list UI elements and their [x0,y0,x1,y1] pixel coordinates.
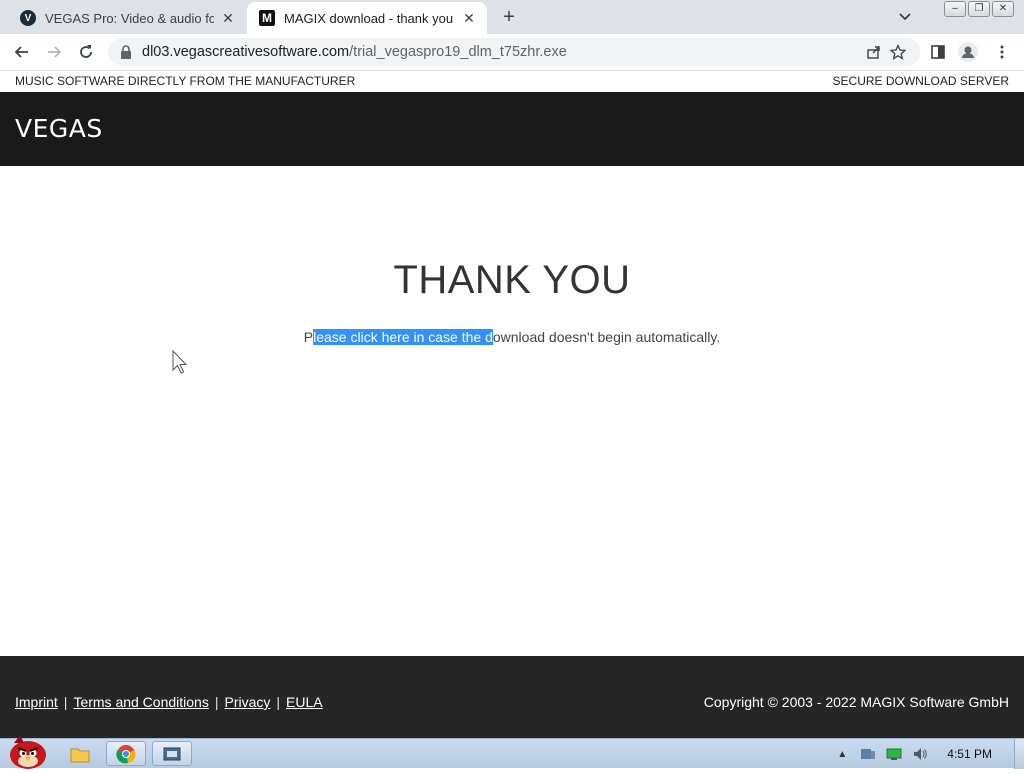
tab-search-chevron-icon[interactable] [896,8,914,26]
os-taskbar: ▲ 4:51 PM [0,735,1024,769]
show-hidden-icons-icon[interactable]: ▲ [834,746,850,762]
new-tab-button[interactable]: + [498,6,520,28]
magix-favicon-icon: M [259,10,275,26]
lock-icon [121,45,131,59]
side-panel-icon[interactable] [928,42,948,62]
volume-icon[interactable] [912,746,928,762]
tab-magix-download[interactable]: M MAGIX download - thank you ✕ [247,2,487,34]
restore-button[interactable]: ❐ [968,1,990,17]
footer-link-eula[interactable]: EULA [286,694,323,710]
bookmark-star-icon[interactable] [888,42,908,62]
tab-close-icon[interactable]: ✕ [461,10,477,27]
menu-kebab-icon[interactable] [992,42,1012,62]
main-content: THANK YOU Please click here in case the … [0,166,1024,656]
footer-link-terms[interactable]: Terms and Conditions [73,694,208,710]
footer-separator: | [276,694,281,710]
address-bar[interactable]: dl03.vegascreativesoftware.com/trial_veg… [108,38,920,66]
download-message[interactable]: Please click here in case the download d… [0,329,1024,345]
back-arrow-icon[interactable] [12,42,32,62]
taskbar-clock[interactable]: 4:51 PM [947,747,992,761]
browser-toolbar: dl03.vegascreativesoftware.com/trial_veg… [0,34,1024,71]
selected-text: lease click here in case the d [313,329,493,345]
minimize-button[interactable]: – [944,1,966,17]
action-center-flag-icon[interactable] [860,746,876,762]
footer-link-imprint[interactable]: Imprint [15,694,58,710]
tab-vegas-pro[interactable]: V VEGAS Pro: Video & audio for ✕ [8,2,246,34]
tab-title: MAGIX download - thank you [284,10,454,26]
site-topbar: MUSIC SOFTWARE DIRECTLY FROM THE MANUFAC… [0,71,1024,92]
footer-links: Imprint | Terms and Conditions | Privacy | EUL… [15,694,323,710]
explorer-folder-icon[interactable] [60,741,100,766]
message-end: ownload doesn't begin automatically. [492,329,721,345]
network-icon[interactable] [886,746,902,762]
window-controls: – ❐ ✕ [944,1,1014,17]
forward-arrow-icon[interactable] [44,42,64,62]
profile-avatar-icon[interactable] [958,42,978,62]
footer-separator: | [214,694,219,710]
topbar-secure-label: SECURE DOWNLOAD SERVER [832,74,1009,88]
site-header: VEGAS [0,92,1024,166]
url-path: /trial_vegaspro19_dlm_t75zhr.exe [349,44,567,60]
vegas-logo[interactable]: VEGAS [15,114,103,143]
show-desktop-button[interactable] [1014,739,1024,769]
message-start: P [303,329,314,345]
chrome-taskbar-icon[interactable] [106,741,146,766]
tab-title: VEGAS Pro: Video & audio for [45,10,214,26]
browser-tabstrip: V VEGAS Pro: Video & audio for ✕ M MAGIX… [0,0,1024,34]
footer-separator: | [63,694,68,710]
close-window-button[interactable]: ✕ [992,1,1014,17]
reload-icon[interactable] [76,42,96,62]
page-title: THANK YOU [393,258,631,302]
mouse-pointer-icon [172,350,188,374]
start-button-icon[interactable] [4,733,48,769]
topbar-tagline: MUSIC SOFTWARE DIRECTLY FROM THE MANUFAC… [15,74,356,88]
footer-link-privacy[interactable]: Privacy [224,694,270,710]
tab-close-icon[interactable]: ✕ [220,10,236,27]
site-footer: Imprint | Terms and Conditions | Privacy | EUL… [0,656,1024,738]
url-host: dl03.vegascreativesoftware.com [142,44,350,60]
system-tray: ▲ 4:51 PM [829,739,1024,769]
vegas-favicon-icon: V [20,10,36,26]
installer-taskbar-icon[interactable] [152,741,192,766]
copyright-text: Copyright © 2003 - 2022 MAGIX Software G… [703,694,1009,710]
share-icon[interactable] [864,42,884,62]
